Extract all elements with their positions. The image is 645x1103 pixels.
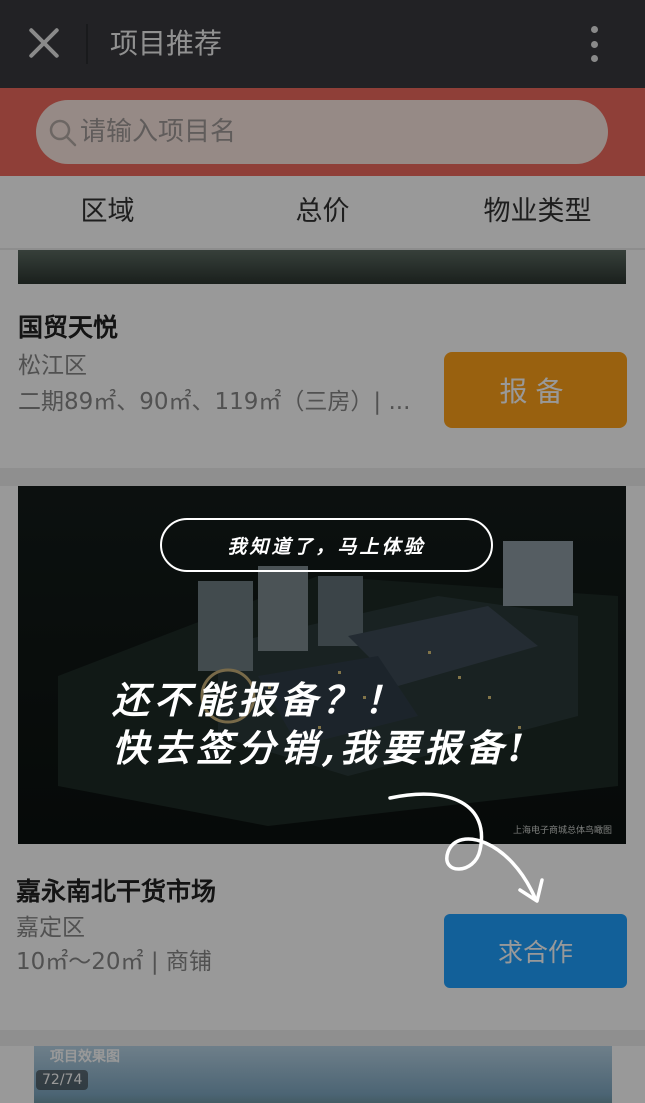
guide-text-line1: 还不能报备？！ (112, 678, 406, 722)
dismiss-guide-button[interactable]: 我知道了，马上体验 (160, 518, 493, 572)
curved-arrow-icon (388, 792, 544, 903)
guide-text-line2: 快去签分销,我要报备! (112, 726, 530, 770)
onboarding-overlay[interactable]: 我知道了，马上体验 还不能报备？！ 快去签分销,我要报备! (0, 0, 645, 1103)
